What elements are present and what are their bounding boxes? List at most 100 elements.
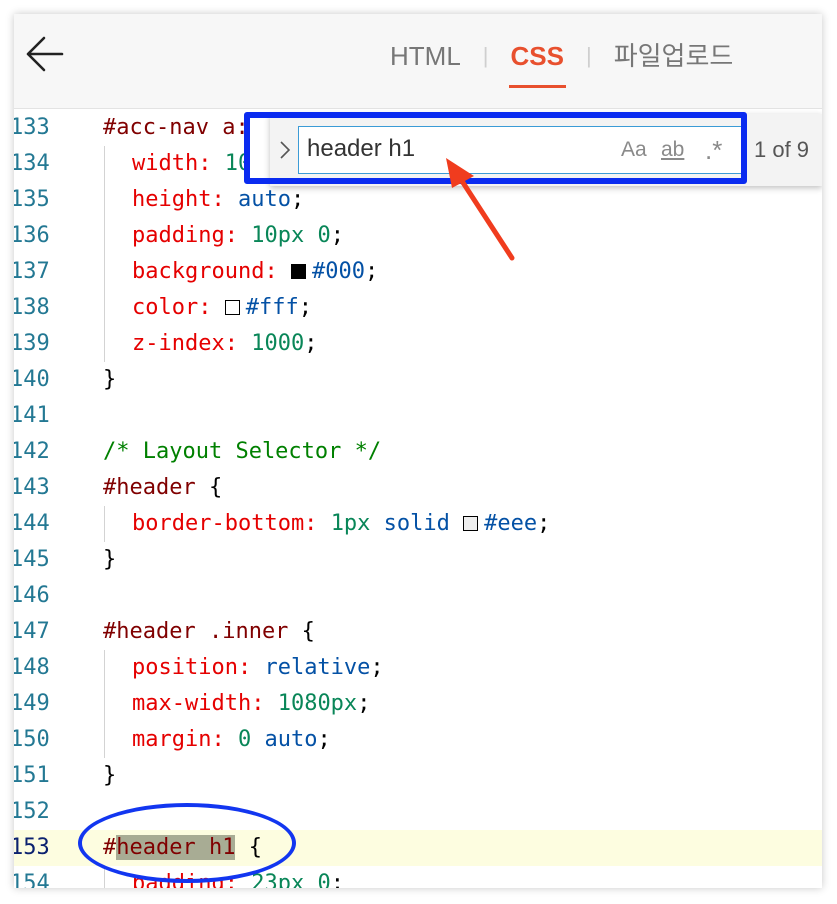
line-number: 152 [14, 799, 50, 824]
code-line[interactable]: 151} [14, 758, 822, 794]
code-text: #header .inner { [103, 614, 315, 650]
code-token: solid [370, 511, 464, 536]
line-number: 144 [14, 511, 50, 536]
code-token: } [103, 763, 117, 788]
code-text: } [103, 542, 116, 578]
match-count: 1 of 9 [754, 137, 810, 162]
code-token: ; [290, 187, 305, 212]
code-token: } [103, 367, 117, 392]
code-line[interactable]: 143 #header { [14, 470, 822, 506]
code-text: color: #fff; [132, 290, 312, 326]
code-token: #acc-nav a: [103, 115, 249, 140]
code-token: /* Layout Selector */ [103, 439, 382, 464]
code-token: height: [132, 187, 238, 212]
line-number: 142 [14, 439, 50, 464]
line-number: 134 [14, 151, 50, 176]
line-number: 139 [14, 331, 50, 356]
code-text: max-width: 1080px; [132, 686, 370, 722]
line-number: 151 [14, 763, 50, 788]
code-token: ; [330, 223, 344, 248]
code-token: #header [103, 475, 196, 500]
code-token: ; [357, 691, 371, 716]
code-token: color: [132, 295, 225, 320]
line-number: 150 [14, 727, 50, 752]
arrow-left-icon [26, 36, 64, 72]
tab-separator: | [585, 43, 592, 68]
line-number: 145 [14, 547, 50, 572]
code-token: auto [237, 187, 291, 212]
code-token: ; [304, 331, 318, 356]
code-line[interactable]: 138 color: #fff; [14, 290, 822, 326]
code-line[interactable]: 135 height: auto; [14, 182, 822, 218]
code-text: padding: 10px 0; [132, 218, 344, 254]
code-token: 1080px [277, 691, 358, 716]
code-token: ; [317, 727, 331, 752]
code-token: 1px [330, 511, 371, 536]
code-text: width: 10 [132, 146, 251, 182]
code-line[interactable]: 139 z-index: 1000; [14, 326, 822, 362]
code-token: #header .inner [103, 619, 289, 644]
tab-html[interactable]: HTML [388, 36, 463, 76]
indent-guide [104, 146, 105, 362]
code-line[interactable]: 145} [14, 542, 822, 578]
code-line[interactable]: 146 [14, 578, 822, 614]
code-token: relative [264, 655, 371, 680]
code-token: ; [364, 259, 379, 284]
code-token: margin: [132, 727, 238, 752]
code-text: /* Layout Selector */ [103, 434, 381, 470]
code-text: #acc-nav a: [103, 110, 249, 146]
code-token: border-bottom: [132, 511, 331, 536]
code-token: max-width: [132, 691, 278, 716]
top-bar: HTML | CSS | 파일업로드 [14, 14, 822, 109]
code-token: } [103, 547, 117, 572]
code-line[interactable]: 140} [14, 362, 822, 398]
code-token: width: [132, 151, 225, 176]
tab-css[interactable]: CSS [508, 36, 567, 88]
annotation-highlight-box [244, 112, 747, 184]
code-line[interactable]: 136 padding: 10px 0; [14, 218, 822, 254]
code-token: 10px 0 [251, 223, 331, 248]
code-token: ; [537, 511, 551, 536]
code-token: z-index: [132, 331, 252, 356]
code-text: position: relative; [132, 650, 384, 686]
line-number: 148 [14, 655, 50, 680]
code-text: } [103, 758, 116, 794]
indent-guide [104, 650, 105, 758]
color-swatch[interactable] [290, 264, 306, 279]
code-text: } [103, 362, 116, 398]
code-token: 23px 0 [251, 871, 331, 888]
annotation-highlight-ellipse [78, 803, 296, 883]
code-text: z-index: 1000; [132, 326, 317, 362]
code-token: ; [330, 871, 344, 888]
line-number: 138 [14, 295, 50, 320]
line-number: 149 [14, 691, 50, 716]
color-swatch[interactable] [224, 300, 240, 315]
code-line[interactable]: 150 margin: 0 auto; [14, 722, 822, 758]
code-token: ; [370, 655, 384, 680]
code-line[interactable]: 149 max-width: 1080px; [14, 686, 822, 722]
code-token: { [288, 619, 315, 644]
color-swatch[interactable] [463, 516, 479, 531]
code-editor[interactable]: 133 #acc-nav a: 134 width: 10 135 height: aut… [14, 110, 822, 888]
code-line[interactable]: 141 [14, 398, 822, 434]
line-number: 136 [14, 223, 50, 248]
code-line[interactable]: 147 #header .inner { [14, 614, 822, 650]
tab-separator: | [482, 43, 489, 68]
code-line[interactable]: 142 /* Layout Selector */ [14, 434, 822, 470]
line-number: 137 [14, 259, 50, 284]
line-number: 147 [14, 619, 50, 644]
code-token: #fff [245, 295, 299, 320]
code-text: height: auto; [132, 182, 304, 218]
code-line[interactable]: 144 border-bottom: 1px solid #eee; [14, 506, 822, 542]
code-token: 0 [237, 727, 252, 752]
code-token: background: [132, 259, 291, 284]
code-line[interactable]: 148 position: relative; [14, 650, 822, 686]
code-token: #000 [311, 259, 365, 284]
code-text: #header { [103, 470, 222, 506]
code-token: ; [298, 295, 312, 320]
tab-file-upload[interactable]: 파일업로드 [612, 36, 736, 76]
line-number: 153 [14, 835, 50, 860]
code-line[interactable]: 137 background: #000; [14, 254, 822, 290]
line-number: 141 [14, 403, 50, 428]
back-button[interactable] [22, 30, 70, 78]
